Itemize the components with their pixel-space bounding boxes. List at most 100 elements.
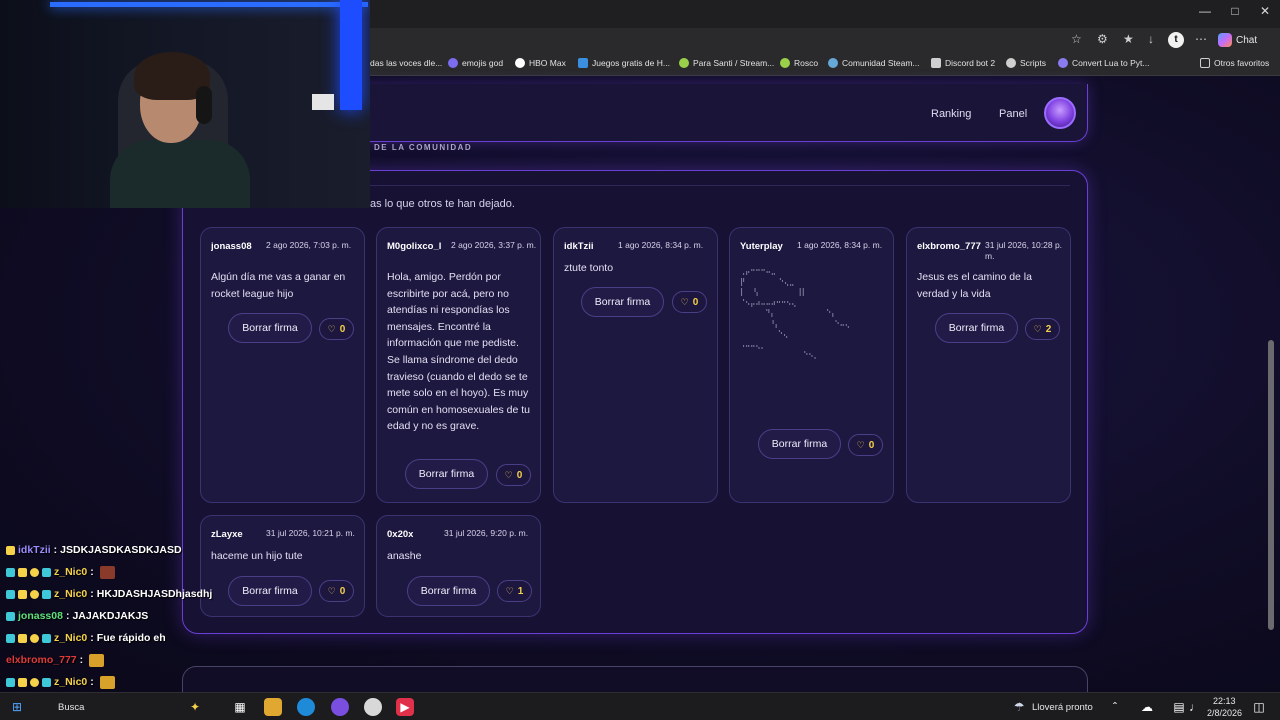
background-box — [312, 94, 334, 110]
windows-start-icon[interactable]: ⊞ — [8, 698, 26, 716]
task-view-icon[interactable]: ▦ — [231, 698, 249, 716]
close-icon[interactable]: ✕ — [1250, 4, 1280, 18]
badge-icon — [18, 677, 27, 687]
badge-icon — [30, 633, 39, 643]
bookmark-item[interactable]: Convert Lua to Pyt... — [1058, 58, 1149, 68]
windows-taskbar: ⊞ Busca ✦ ▦ ▶ ☂ Lloverá pronto ˆ ☁ ▤ ♩ 2… — [0, 692, 1280, 720]
user-avatar[interactable] — [1044, 97, 1076, 129]
badge-icon — [6, 589, 15, 599]
chat-username: z_Nic0 — [54, 566, 88, 578]
signature-card: idkTzii 1 ago 2026, 8:34 p. m. ztute ton… — [553, 227, 718, 503]
other-favorites[interactable]: Otros favoritos — [1200, 58, 1269, 68]
emote-icon — [89, 653, 105, 667]
bookmark-item[interactable]: HBO Max — [515, 58, 566, 68]
like-button[interactable]: ♡ 0 — [319, 318, 354, 340]
like-count: 2 — [1045, 323, 1052, 335]
heart-icon: ♡ — [505, 585, 514, 596]
signature-date: 1 ago 2026, 8:34 p. m. — [618, 240, 704, 250]
star-icon[interactable]: ☆ — [1071, 32, 1082, 46]
chat-message: jonass08 : JAJAKDJAKJS — [6, 607, 236, 625]
notification-icon[interactable]: ◫ — [1250, 698, 1268, 716]
chat-separator: : — [53, 544, 58, 556]
taskbar-search[interactable]: Busca — [58, 702, 84, 713]
maximize-icon[interactable]: □ — [1220, 4, 1250, 18]
badge-icon — [42, 633, 51, 643]
signature-date: 31 jul 2026, 10:21 p. m. — [266, 528, 355, 538]
emote-icon — [99, 675, 115, 689]
download-icon[interactable]: ↓ — [1148, 32, 1154, 46]
like-button[interactable]: ♡ 0 — [672, 291, 707, 313]
more-icon[interactable]: ⋯ — [1195, 32, 1207, 46]
file-explorer-icon[interactable] — [264, 698, 282, 716]
webcam-overlay — [0, 0, 370, 208]
chat-message: elxbromo_777 : — [6, 651, 236, 669]
page-scrollbar[interactable] — [1268, 340, 1274, 630]
obs-icon[interactable] — [364, 698, 382, 716]
profile-avatar[interactable]: t — [1168, 32, 1184, 48]
heart-icon: ♡ — [327, 323, 336, 334]
badge-icon — [6, 611, 15, 621]
clock-time[interactable]: 22:13 — [1213, 696, 1236, 706]
like-button[interactable]: ♡ 2 — [1025, 318, 1060, 340]
badge-icon — [6, 677, 15, 687]
bookmark-item[interactable]: Juegos gratis de H... — [578, 58, 670, 68]
bookmark-label: Scripts — [1020, 58, 1046, 68]
like-count: 0 — [339, 585, 346, 597]
edge-icon[interactable] — [297, 698, 315, 716]
weather-text[interactable]: Lloverá pronto — [1032, 702, 1093, 713]
chat-username: z_Nic0 — [54, 588, 88, 600]
bookmark-item[interactable]: Para Santi / Stream... — [679, 58, 774, 68]
signature-author: idkTzii — [564, 241, 594, 252]
bookmark-item[interactable]: Comunidad Steam... — [828, 58, 919, 68]
signature-author: 0x20x — [387, 529, 414, 540]
media-icon[interactable]: ▶ — [396, 698, 414, 716]
like-button[interactable]: ♡ 1 — [497, 580, 532, 602]
signature-author: M0golixco_l — [387, 241, 442, 252]
bookmark-label: Comunidad Steam... — [842, 58, 920, 68]
chevron-up-icon[interactable]: ˆ — [1106, 698, 1124, 716]
bookmark-item[interactable]: das las voces dle... — [370, 58, 442, 68]
favorites-icon[interactable]: ★ — [1123, 32, 1134, 46]
chat-message: z_Nic0 : — [6, 563, 236, 581]
discord-icon[interactable] — [331, 698, 349, 716]
copilot-icon — [1218, 33, 1232, 47]
delete-signature-button[interactable]: Borrar firma — [935, 313, 1018, 343]
volume-icon[interactable]: ♩ — [1186, 698, 1204, 716]
delete-signature-button[interactable]: Borrar firma — [581, 287, 664, 317]
nav-ranking[interactable]: Ranking — [931, 108, 971, 120]
copilot-chat-button[interactable]: Chat — [1218, 33, 1257, 47]
heart-icon: ♡ — [1033, 323, 1042, 334]
badge-icon — [6, 633, 15, 643]
delete-signature-button[interactable]: Borrar firma — [228, 576, 312, 606]
bookmark-item[interactable]: Discord bot 2 — [931, 58, 995, 68]
badge-icon — [42, 567, 51, 577]
bookmark-item[interactable]: emojis god — [448, 58, 503, 68]
delete-signature-button[interactable]: Borrar firma — [405, 459, 488, 489]
signature-message: ztute tonto — [564, 262, 614, 274]
like-button[interactable]: ♡ 0 — [496, 464, 531, 486]
extensions-icon[interactable]: ⚙ — [1097, 32, 1108, 46]
minimize-icon[interactable]: — — [1190, 4, 1220, 18]
like-button[interactable]: ♡ 0 — [319, 580, 354, 602]
nav-panel[interactable]: Panel — [999, 108, 1027, 120]
signature-date: 1 ago 2026, 8:34 p. m. — [797, 240, 883, 250]
bookmark-icon — [448, 58, 458, 68]
headset-icon — [196, 86, 212, 124]
delete-signature-button[interactable]: Borrar firma — [758, 429, 841, 459]
delete-signature-button[interactable]: Borrar firma — [407, 576, 490, 606]
bookmark-icon — [578, 58, 588, 68]
signature-date: 31 jul 2026, 9:20 p. m. — [444, 528, 529, 538]
steam-icon — [828, 58, 838, 68]
bookmark-item[interactable]: Scripts — [1006, 58, 1046, 68]
like-count: 0 — [516, 469, 523, 481]
clock-date[interactable]: 2/8/2026 — [1207, 708, 1242, 718]
bookmark-item[interactable]: Rosco — [780, 58, 818, 68]
delete-signature-button[interactable]: Borrar firma — [228, 313, 312, 343]
folder-icon — [1200, 58, 1210, 68]
signature-date: 31 jul 2026, 10:28 p. m. — [985, 240, 1063, 261]
chat-username: z_Nic0 — [54, 676, 88, 688]
cloud-icon[interactable]: ☁ — [1138, 698, 1156, 716]
like-button[interactable]: ♡ 0 — [848, 434, 883, 456]
badge-icon — [18, 633, 27, 643]
chat-text: HKJDASHJASDhjasdhj — [96, 588, 213, 600]
